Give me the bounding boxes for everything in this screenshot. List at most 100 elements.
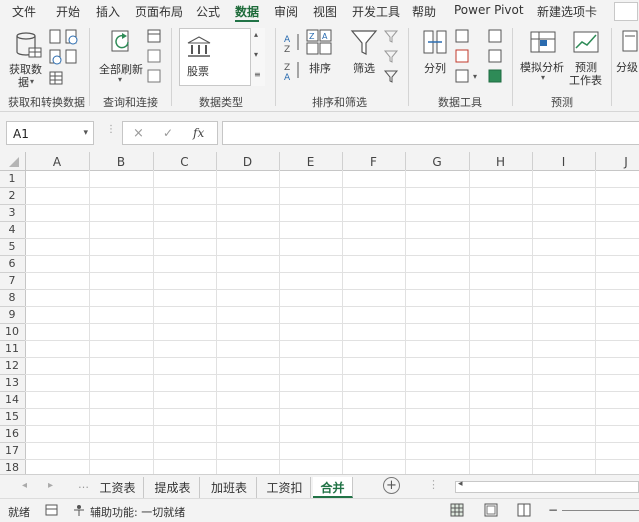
what-if-analysis-icon[interactable]	[529, 28, 559, 58]
normal-view-icon[interactable]	[450, 503, 464, 517]
tab-data[interactable]: 数据	[235, 3, 260, 22]
tab-review[interactable]: 审阅	[274, 3, 298, 21]
group-sort-filter: 排序和筛选	[312, 96, 367, 109]
column-header-f[interactable]: F	[342, 155, 405, 169]
filter-icon[interactable]	[350, 28, 378, 58]
text-to-columns-icon[interactable]	[420, 28, 450, 58]
record-macro-icon[interactable]	[45, 504, 59, 517]
chevron-down-icon[interactable]: ▾	[83, 128, 88, 138]
row-header[interactable]: 10	[0, 325, 24, 338]
svg-text:Z: Z	[309, 32, 315, 41]
enter-icon[interactable]: ✓	[163, 126, 173, 140]
refresh-all-icon[interactable]	[108, 28, 138, 60]
tab-file[interactable]: 文件	[12, 3, 36, 21]
chevron-down-icon[interactable]: ▾	[254, 50, 258, 59]
column-header-a[interactable]: A	[26, 155, 88, 169]
excel-window: 文件 开始 插入 页面布局 公式 数据 审阅 视图 开发工具 帮助 Power …	[0, 0, 639, 522]
zoom-out-icon[interactable]: −	[548, 503, 558, 517]
column-header-i[interactable]: I	[532, 155, 595, 169]
row-header[interactable]: 17	[0, 444, 24, 457]
row-header[interactable]: 4	[0, 223, 24, 236]
consolidate-relations-icons[interactable]	[487, 28, 505, 88]
expand-gallery-icon[interactable]: ≡	[254, 70, 261, 79]
gallery-scroll[interactable]: ▴ ▾ ≡	[250, 28, 265, 86]
tab-power-pivot[interactable]: Power Pivot	[454, 3, 524, 21]
row-header[interactable]: 16	[0, 427, 24, 440]
column-header-c[interactable]: C	[153, 155, 216, 169]
row-header[interactable]: 12	[0, 359, 24, 372]
row-header[interactable]: 18	[0, 461, 24, 474]
get-data-label-2[interactable]: 据	[18, 74, 29, 90]
clear-reapply-advanced-icons[interactable]	[383, 28, 401, 88]
column-header-b[interactable]: B	[89, 155, 153, 169]
column-header-g[interactable]: G	[405, 155, 469, 169]
tab-page-layout[interactable]: 页面布局	[135, 3, 183, 21]
group-separator	[171, 28, 172, 106]
page-break-view-icon[interactable]	[517, 503, 531, 517]
scroll-left-icon[interactable]: ◂	[22, 480, 27, 491]
sheet-tab-deductions[interactable]: 工资扣	[259, 477, 311, 498]
tab-insert[interactable]: 插入	[96, 3, 120, 21]
sheet-tab-salary[interactable]: 工资表	[92, 477, 144, 498]
insert-function-icon[interactable]: fx	[193, 126, 204, 140]
row-header[interactable]: 9	[0, 308, 24, 321]
sheet-tab-overtime[interactable]: 加班表	[202, 477, 257, 498]
row-header[interactable]: 7	[0, 274, 24, 287]
row-header[interactable]: 2	[0, 189, 24, 202]
tab-home[interactable]: 开始	[56, 3, 80, 21]
svg-text:Z: Z	[284, 45, 290, 55]
column-header-d[interactable]: D	[216, 155, 279, 169]
chevron-down-icon: ▾	[541, 73, 546, 82]
tab-view[interactable]: 视图	[313, 3, 337, 21]
outline-icon[interactable]	[621, 28, 639, 58]
filter-label[interactable]: 筛选	[353, 60, 375, 76]
row-header[interactable]: 8	[0, 291, 24, 304]
chevron-up-icon[interactable]: ▴	[254, 30, 258, 39]
more-icon[interactable]: ⋮	[428, 478, 439, 491]
sheet-tab-merge[interactable]: 合并	[313, 477, 353, 498]
outline-label[interactable]: 分级	[616, 59, 638, 75]
row-header[interactable]: 11	[0, 342, 24, 355]
page-layout-view-icon[interactable]	[484, 503, 498, 517]
row-header[interactable]: 5	[0, 240, 24, 253]
more-sheets-icon[interactable]: …	[78, 478, 89, 491]
sort-label[interactable]: 排序	[309, 60, 331, 76]
horizontal-scrollbar[interactable]: ◂	[455, 479, 639, 493]
sort-asc-desc-icons[interactable]: A Z Z A	[284, 30, 304, 82]
add-sheet-button[interactable]: +	[383, 477, 400, 494]
row-header[interactable]: 6	[0, 257, 24, 270]
queries-connections-icons[interactable]	[147, 28, 163, 88]
get-data-button[interactable]	[10, 28, 44, 62]
scroll-right-icon[interactable]: ▸	[48, 480, 53, 491]
row-header[interactable]: 3	[0, 206, 24, 219]
row-header[interactable]: 13	[0, 376, 24, 389]
accessibility-status[interactable]: 辅助功能: 一切就绪	[90, 504, 185, 520]
text-to-columns-label[interactable]: 分列	[424, 60, 446, 76]
from-text-csv-icon[interactable]	[48, 28, 80, 90]
tab-new[interactable]: 新建选项卡	[537, 3, 597, 21]
stock-label[interactable]: 股票	[187, 63, 209, 79]
cancel-icon[interactable]: ×	[133, 126, 144, 141]
scroll-left-icon[interactable]: ◂	[458, 479, 463, 489]
flash-fill-remove-dup-icons[interactable]	[455, 28, 471, 88]
tab-formulas[interactable]: 公式	[196, 3, 220, 21]
row-header[interactable]: 1	[0, 172, 24, 185]
column-header-e[interactable]: E	[279, 155, 342, 169]
sort-icon[interactable]: Z A	[305, 28, 335, 58]
tab-developer[interactable]: 开发工具	[352, 3, 400, 21]
accessibility-icon[interactable]	[72, 504, 86, 517]
column-header-h[interactable]: H	[469, 155, 532, 169]
formula-input[interactable]	[222, 121, 639, 145]
share-button[interactable]	[614, 2, 638, 21]
name-box-value[interactable]: A1	[13, 127, 29, 141]
forecast-label-2[interactable]: 工作表	[569, 72, 602, 88]
row-header[interactable]: 14	[0, 393, 24, 406]
worksheet-grid[interactable]: A B C D E F G H I J 1 2 3 4 5 6 7 8 9 10…	[0, 152, 639, 474]
row-header[interactable]: 15	[0, 410, 24, 423]
column-header-j[interactable]: J	[595, 155, 639, 169]
tab-help[interactable]: 帮助	[412, 3, 436, 21]
sheet-tab-commission[interactable]: 提成表	[146, 477, 200, 498]
zoom-slider[interactable]	[562, 510, 639, 511]
name-box[interactable]: A1 ▾	[6, 121, 94, 145]
forecast-sheet-icon[interactable]	[572, 28, 600, 58]
